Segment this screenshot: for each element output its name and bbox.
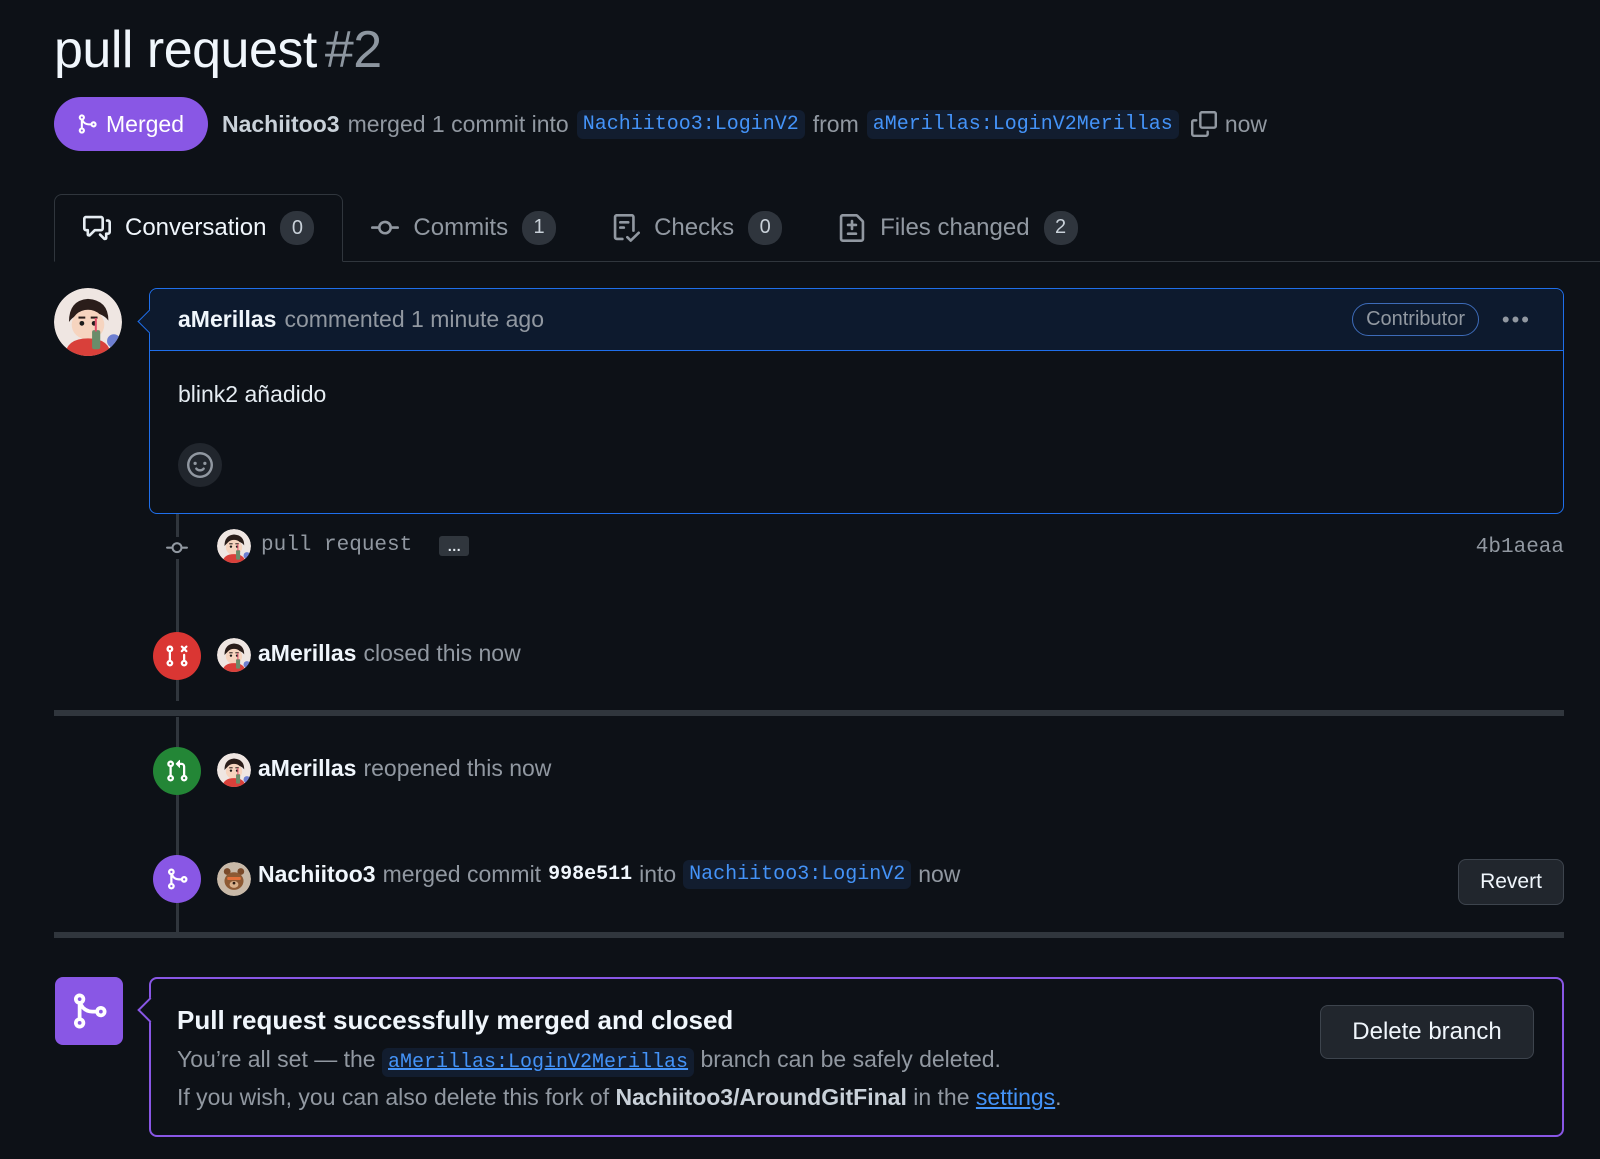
merge-time: now <box>1224 110 1268 137</box>
git-commit-icon <box>371 220 400 235</box>
merge-summary: merged 1 commit into <box>347 110 569 137</box>
line2-mid: in the <box>913 1084 970 1110</box>
tab-files-changed-count: 2 <box>1043 210 1078 245</box>
closed-text: closed this now <box>363 640 521 666</box>
closed-actor-avatar[interactable] <box>217 638 251 672</box>
pr-tabs: Conversation 0 Commits 1 Checks 0 Files … <box>54 194 1600 262</box>
pr-meta: Merged Nachiitoo3 merged 1 commit into N… <box>54 97 1267 151</box>
revert-button[interactable]: Revert <box>1458 859 1564 905</box>
page-title: pull request #2 <box>54 20 382 80</box>
closed-actor[interactable]: aMerillas <box>258 640 356 667</box>
kebab-horizontal-icon[interactable]: ••• <box>1502 307 1531 333</box>
line2-end: . <box>1055 1084 1062 1110</box>
merge-status-line-fork: If you wish, you can also delete this fo… <box>177 1084 1536 1111</box>
commit-author-avatar[interactable] <box>217 529 251 563</box>
merged-status-badge: Merged <box>54 97 208 151</box>
contributor-badge: Contributor <box>1352 303 1479 336</box>
merger-link[interactable]: Nachiitoo3 <box>222 111 340 138</box>
pr-title-text: pull request <box>54 21 317 79</box>
tab-commits-label: Commits <box>413 213 509 241</box>
tab-files-changed-label: Files changed <box>880 213 1030 241</box>
comment-discussion-icon <box>83 215 111 241</box>
comment-author[interactable]: aMerillas <box>178 306 276 333</box>
fork-repo-name: Nachiitoo3/AroundGitFinal <box>615 1084 907 1110</box>
pr-number: #2 <box>324 21 382 79</box>
line1-before: You’re all set — the <box>177 1046 376 1072</box>
merged-time: now <box>918 861 961 887</box>
merger-avatar[interactable] <box>217 862 251 896</box>
merged-badge-label: Merged <box>106 110 184 137</box>
tab-conversation[interactable]: Conversation 0 <box>54 194 344 262</box>
git-merge-icon <box>153 855 201 903</box>
tab-commits[interactable]: Commits 1 <box>343 194 584 261</box>
commit-message-link[interactable]: pull request <box>261 534 412 557</box>
line2-before: If you wish, you can also delete this fo… <box>177 1084 610 1110</box>
deletable-branch-tag[interactable]: aMerillas:LoginV2Merillas <box>382 1048 695 1077</box>
comment-card: aMerillas commented 1 minute ago Contrib… <box>149 288 1564 514</box>
tab-checks-label: Checks <box>654 213 735 241</box>
delete-branch-button[interactable]: Delete branch <box>1320 1005 1534 1059</box>
tab-files-changed[interactable]: Files changed 2 <box>810 194 1105 261</box>
comment-body: blink2 añadido <box>178 381 327 407</box>
tab-conversation-label: Conversation <box>125 214 267 241</box>
merged-actor[interactable]: Nachiitoo3 <box>258 861 376 888</box>
timeline-divider <box>54 932 1564 938</box>
checklist-icon <box>613 213 641 242</box>
commit-sha-link[interactable]: 4b1aeaa <box>1476 536 1564 559</box>
file-diff-icon <box>839 213 865 242</box>
merge-status-box: Pull request successfully merged and clo… <box>149 977 1564 1137</box>
tab-checks[interactable]: Checks 0 <box>584 194 810 261</box>
reopened-actor[interactable]: aMerillas <box>258 755 356 782</box>
reopened-text: reopened this now <box>363 755 552 781</box>
merged-text: merged commit <box>382 861 542 887</box>
commit-event: pull request … <box>261 534 470 557</box>
git-merge-icon <box>78 114 97 134</box>
merge-commit-sha[interactable]: 998e511 <box>548 863 632 886</box>
comment-author-avatar[interactable] <box>54 288 122 356</box>
reopened-actor-avatar[interactable] <box>217 753 251 787</box>
from-word: from <box>812 110 859 137</box>
merged-event: Nachiitoo3 merged commit 998e511 into Na… <box>258 860 960 889</box>
commit-expand-button[interactable]: … <box>439 535 470 556</box>
head-branch-tag[interactable]: aMerillas:LoginV2Merillas <box>866 109 1179 139</box>
line1-after: branch can be safely deleted. <box>700 1046 1001 1072</box>
tab-commits-count: 1 <box>522 210 557 245</box>
tab-conversation-count: 0 <box>280 211 315 245</box>
copy-icon[interactable] <box>1190 111 1217 137</box>
smiley-icon <box>187 452 213 478</box>
merged-branch-tag[interactable]: Nachiitoo3:LoginV2 <box>683 860 912 889</box>
comment-header: aMerillas commented 1 minute ago Contrib… <box>150 289 1563 351</box>
git-merge-icon <box>55 977 123 1045</box>
git-pull-request-closed-icon <box>153 632 201 680</box>
reopened-event: aMerillas reopened this now <box>258 755 551 782</box>
timeline-divider <box>54 710 1564 716</box>
add-reaction-button[interactable] <box>178 443 222 487</box>
git-commit-icon <box>162 537 192 559</box>
git-pull-request-icon <box>153 747 201 795</box>
tab-checks-count: 0 <box>748 210 783 245</box>
merged-into-word: into <box>639 861 677 887</box>
base-branch-tag[interactable]: Nachiitoo3:LoginV2 <box>576 109 805 139</box>
comment-meta[interactable]: commented 1 minute ago <box>284 306 544 333</box>
settings-link[interactable]: settings <box>976 1084 1055 1110</box>
closed-event: aMerillas closed this now <box>258 640 521 667</box>
